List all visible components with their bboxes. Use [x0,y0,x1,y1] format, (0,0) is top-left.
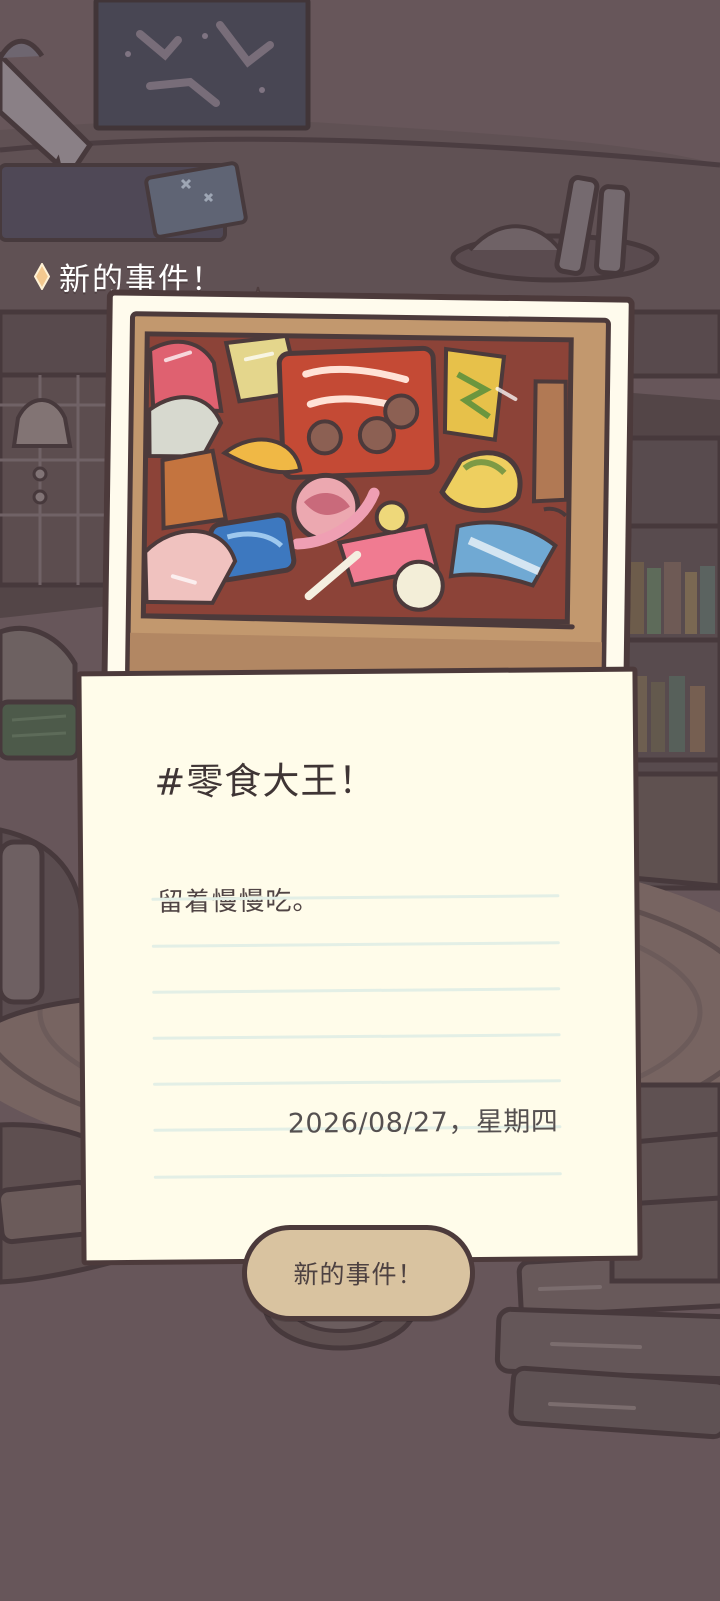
note-line-4 [152,1033,561,1040]
diamond-icon [34,262,50,290]
note-line-5 [153,1079,562,1086]
note-line-7 [153,1172,562,1179]
note-line-2 [151,941,560,948]
new-event-button[interactable]: 新的事件！ [242,1225,475,1321]
event-title: #零食大王！ [154,758,377,804]
game-screen: 新的事件！ #零食大王！ 留着慢慢吃。 2026/08/27，星期四 新的事件！ [0,0,720,1601]
note-line-3 [152,987,561,994]
event-date: 2026/08/27，星期四 [287,1106,559,1140]
event-note-card: #零食大王！ 留着慢慢吃。 2026/08/27，星期四 [76,666,643,1266]
event-photo [101,289,635,707]
